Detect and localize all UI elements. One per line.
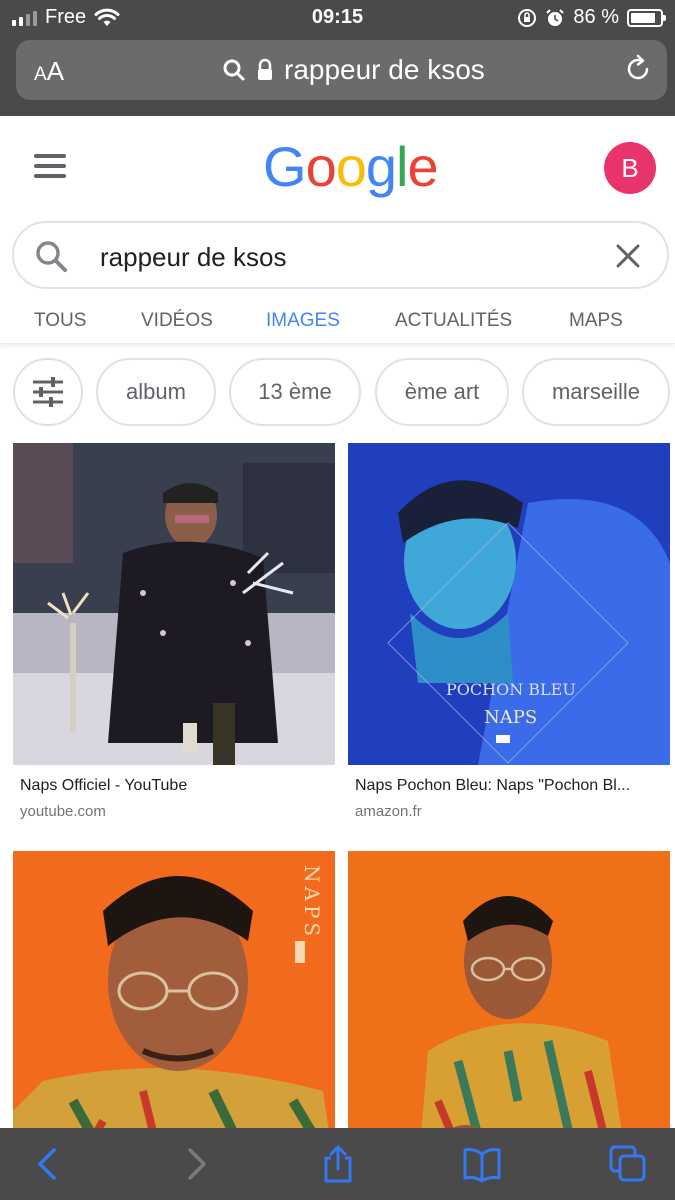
result-thumbnail[interactable]: POCHON BLEU NAPS (348, 443, 670, 765)
safari-toolbar (0, 1128, 675, 1200)
result-source: youtube.com (20, 803, 106, 820)
orientation-lock-icon (518, 8, 537, 27)
logo-letter: e (407, 135, 438, 198)
search-input[interactable]: rappeur de ksos (100, 242, 286, 273)
chip-13-eme[interactable]: 13 ème (229, 358, 361, 426)
status-right: 86 % (517, 6, 666, 29)
close-icon[interactable] (615, 243, 641, 269)
result-item[interactable]: POCHON BLEU NAPS Naps Pochon Bleu: Naps … (348, 443, 670, 820)
reload-icon[interactable] (623, 54, 653, 84)
forward-icon[interactable] (176, 1144, 216, 1184)
google-header: Google B (0, 116, 675, 216)
tab-maps[interactable]: MAPS (569, 310, 623, 332)
result-thumbnail[interactable]: NAPS (13, 851, 335, 1173)
chip-marseille[interactable]: marseille (522, 358, 670, 426)
tab-actualites[interactable]: ACTUALITÉS (395, 310, 512, 332)
tab-images[interactable]: IMAGES (266, 310, 340, 332)
search-icon[interactable] (34, 239, 68, 273)
result-title[interactable]: Naps Pochon Bleu: Naps "Pochon Bl... (348, 777, 670, 795)
result-item[interactable]: NAPS (13, 851, 335, 1173)
chip-eme-art[interactable]: ème art (375, 358, 509, 426)
url-field[interactable]: AA rappeur de ksos (16, 40, 667, 100)
result-thumbnail[interactable] (13, 443, 335, 765)
search-icon (223, 59, 245, 81)
search-tabs: TOUS VIDÉOS IMAGES ACTUALITÉS MAPS (0, 296, 675, 344)
url-text: rappeur de ksos (284, 54, 485, 85)
battery-percent: 86 % (573, 6, 619, 28)
logo-letter: o (335, 135, 367, 198)
status-bar: Free 09:15 86 % (0, 0, 675, 36)
logo-letter: o (305, 135, 337, 198)
bookmarks-icon[interactable] (462, 1144, 502, 1184)
result-title[interactable]: Naps Officiel - YouTube (13, 777, 335, 795)
tab-tous[interactable]: TOUS (34, 310, 86, 332)
safari-address-bar: AA rappeur de ksos (0, 36, 675, 116)
share-icon[interactable] (318, 1144, 358, 1184)
chip-album[interactable]: album (96, 358, 216, 426)
google-logo[interactable]: Google (263, 134, 439, 199)
tab-videos[interactable]: VIDÉOS (141, 310, 213, 332)
result-item[interactable] (348, 851, 670, 1173)
result-thumbnail[interactable] (348, 851, 670, 1173)
logo-letter: l (396, 135, 408, 198)
logo-letter: g (365, 135, 397, 198)
logo-letter: G (263, 135, 307, 198)
search-box[interactable]: rappeur de ksos (12, 221, 669, 289)
battery-fill (631, 12, 656, 23)
result-item[interactable]: Naps Officiel - YouTube youtube.com (13, 443, 335, 820)
filter-chip[interactable] (13, 358, 83, 426)
result-source: amazon.fr (355, 803, 422, 820)
tabs-icon[interactable] (608, 1144, 648, 1184)
url-display[interactable]: rappeur de ksos (222, 54, 485, 86)
cover-text: NAPS (484, 707, 537, 728)
cover-text: NAPS (300, 865, 324, 940)
menu-icon[interactable] (34, 154, 66, 178)
back-icon[interactable] (28, 1144, 68, 1184)
lock-icon (258, 58, 272, 80)
tune-icon (33, 377, 63, 407)
text-size-button[interactable]: AA (34, 56, 64, 87)
battery-icon (627, 8, 666, 27)
avatar[interactable]: B (604, 142, 656, 194)
alarm-icon (546, 8, 565, 26)
cover-text: POCHON BLEU (446, 680, 576, 699)
